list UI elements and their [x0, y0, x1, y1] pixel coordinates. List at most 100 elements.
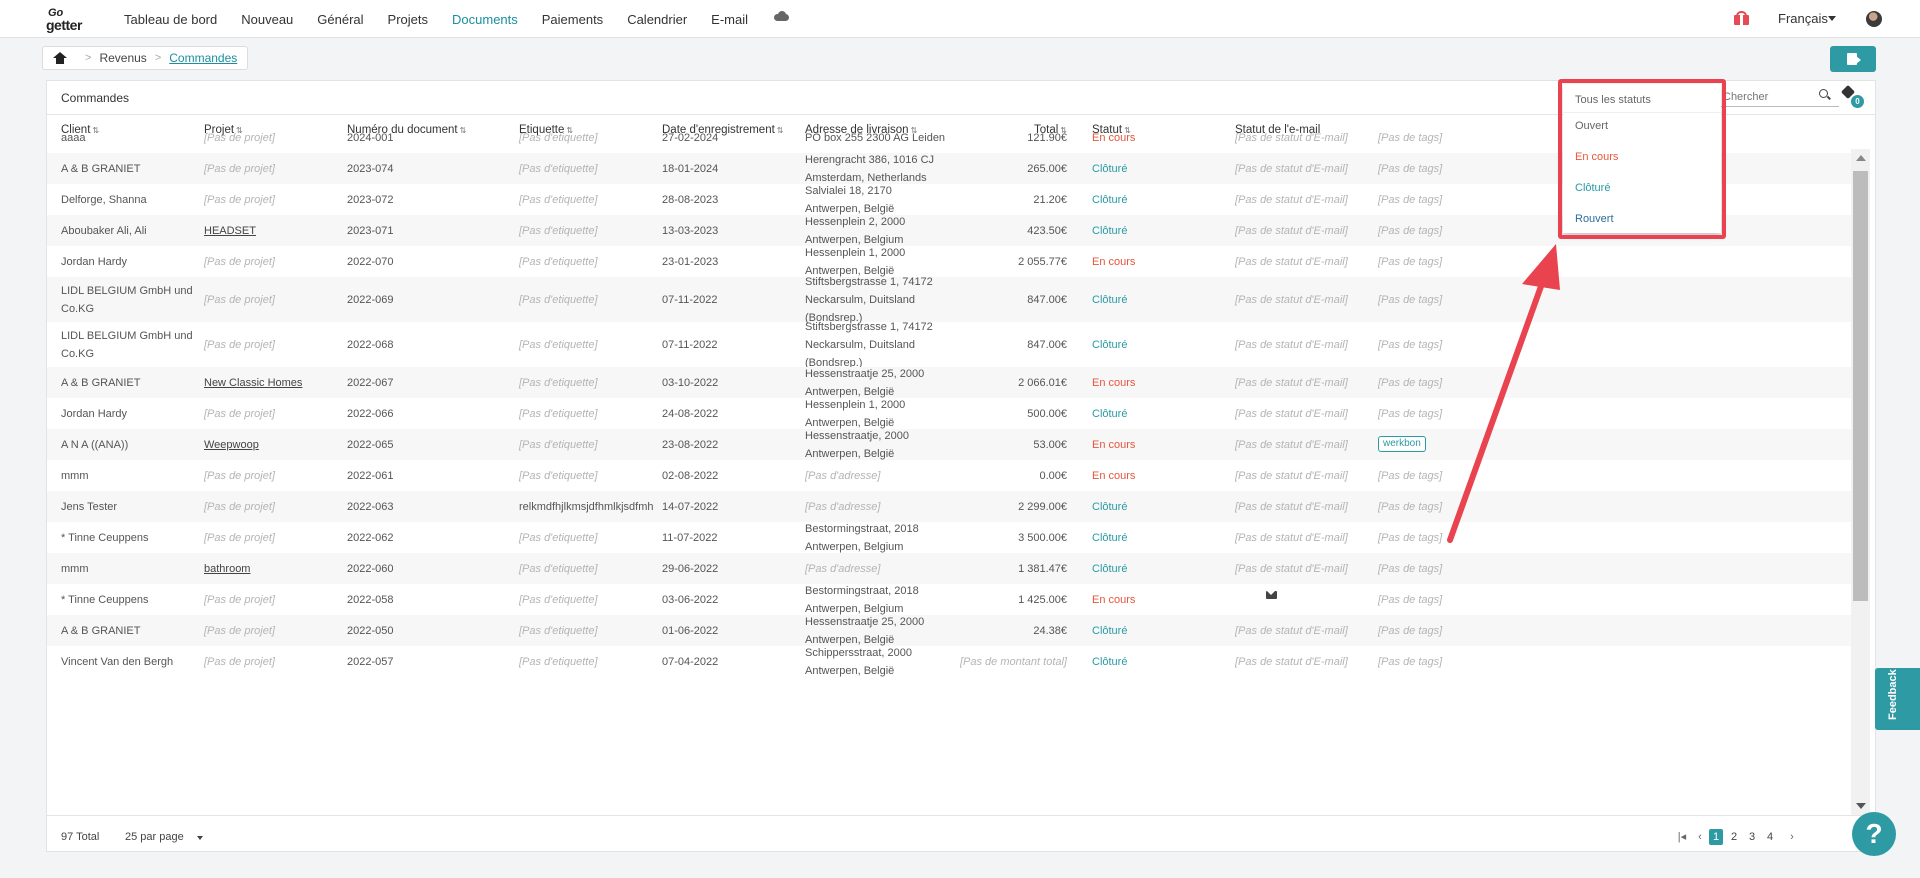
scrollbar-thumb[interactable]	[1853, 171, 1868, 601]
status-cell: En cours	[1092, 132, 1136, 144]
nav-item-documents[interactable]: Documents	[452, 12, 518, 27]
client-cell[interactable]: LIDL BELGIUM GmbH und Co.KG	[61, 282, 193, 318]
client-cell[interactable]: Vincent Van den Bergh	[61, 653, 173, 671]
search-icon[interactable]	[1819, 89, 1828, 98]
client-line: mmm	[61, 563, 89, 575]
email-status-cell: [Pas de statut d'E-mail]	[1235, 501, 1348, 513]
export-button[interactable]	[1830, 46, 1876, 72]
document-number-cell[interactable]: 2022-060	[347, 560, 394, 578]
table-row[interactable]: Jordan Hardy [Pas de projet] 2022-066 [Pas …	[47, 398, 1851, 429]
home-icon[interactable]	[53, 52, 67, 64]
page-3[interactable]: 3	[1745, 829, 1759, 845]
tags-cell: [Pas de tags]	[1378, 194, 1443, 206]
page-1[interactable]: 1	[1709, 829, 1723, 845]
document-number-cell[interactable]: 2022-058	[347, 591, 394, 609]
document-number-cell[interactable]: 2022-068	[347, 336, 394, 354]
client-cell[interactable]: A N A ((ANA))	[61, 436, 128, 454]
table-row[interactable]: LIDL BELGIUM GmbH und Co.KG [Pas de projet…	[47, 276, 1851, 324]
prev-page-icon[interactable]: ‹	[1693, 829, 1707, 845]
language-selector[interactable]: Français	[1778, 11, 1828, 26]
document-number-cell[interactable]: 2022-062	[347, 529, 394, 547]
help-button[interactable]: ?	[1852, 812, 1896, 856]
project-cell[interactable]: New Classic Homes	[204, 374, 302, 392]
document-number-cell[interactable]: 2023-072	[347, 191, 394, 209]
caret-down-icon[interactable]	[197, 836, 203, 840]
document-number-cell[interactable]: 2022-057	[347, 653, 394, 671]
vertical-scrollbar[interactable]	[1851, 149, 1870, 815]
document-number-cell[interactable]: 2022-070	[347, 253, 394, 271]
email-status-cell: [Pas de statut d'E-mail]	[1235, 132, 1348, 144]
document-number-cell[interactable]: 2022-069	[347, 291, 394, 309]
client-cell[interactable]: mmm	[61, 560, 89, 578]
scroll-up-icon[interactable]	[1856, 155, 1866, 161]
table-row[interactable]: A & B GRANIET [Pas de projet] 2022-050 [Pas…	[47, 615, 1851, 646]
client-cell[interactable]: Jens Tester	[61, 498, 117, 516]
client-cell[interactable]: A & B GRANIET	[61, 374, 140, 392]
table-row[interactable]: * Tinne Ceuppens [Pas de projet] 2022-062 […	[47, 522, 1851, 553]
document-number-cell[interactable]: 2024-001	[347, 129, 394, 147]
client-cell[interactable]: A & B GRANIET	[61, 160, 140, 178]
document-number-cell[interactable]: 2022-067	[347, 374, 394, 392]
next-page-icon[interactable]: ›	[1785, 829, 1799, 845]
tags-cell: [Pas de tags]	[1378, 563, 1443, 575]
gogetter-logo[interactable]: Go getter	[44, 6, 100, 33]
nav-item-projets[interactable]: Projets	[388, 12, 428, 27]
document-number-cell[interactable]: 2022-061	[347, 467, 394, 485]
table-row[interactable]: Jens Tester [Pas de projet] 2022-063 relkmd…	[47, 491, 1851, 522]
project-cell[interactable]: HEADSET	[204, 222, 256, 240]
project-cell[interactable]: Weepwoop	[204, 436, 259, 454]
nav-item-paiements[interactable]: Paiements	[542, 12, 603, 27]
breadcrumb-commandes[interactable]: Commandes	[169, 51, 237, 65]
user-avatar[interactable]	[1866, 11, 1882, 27]
client-cell[interactable]: Delforge, Shanna	[61, 191, 147, 209]
feedback-tab[interactable]: Feedback	[1875, 668, 1920, 730]
client-cell[interactable]: * Tinne Ceuppens	[61, 591, 148, 609]
client-cell[interactable]: Jordan Hardy	[61, 405, 127, 423]
client-cell[interactable]: mmm	[61, 467, 89, 485]
table-row[interactable]: mmm [Pas de projet] 2022-061 [Pas d'etiquet…	[47, 460, 1851, 491]
nav-menu: Tableau de bord Nouveau Général Projets Docu…	[124, 0, 790, 38]
document-number-cell[interactable]: 2022-065	[347, 436, 394, 454]
project-cell: [Pas de projet]	[204, 470, 275, 482]
client-cell[interactable]: * Tinne Ceuppens	[61, 529, 148, 547]
document-number-cell[interactable]: 2023-071	[347, 222, 394, 240]
document-number-cell[interactable]: 2022-066	[347, 405, 394, 423]
gift-icon[interactable]	[1734, 11, 1749, 25]
cloud-icon[interactable]	[774, 11, 790, 21]
address-line: Herengracht 386, 1016 CJ	[805, 154, 935, 166]
status-cell: Clôturé	[1092, 656, 1128, 668]
table-row[interactable]: Jordan Hardy [Pas de projet] 2022-070 [Pas …	[47, 246, 1851, 277]
breadcrumb-revenus[interactable]: Revenus	[99, 51, 146, 65]
project-cell[interactable]: bathroom	[204, 560, 250, 578]
client-cell[interactable]: aaaa	[61, 129, 85, 147]
nav-item-calendrier[interactable]: Calendrier	[627, 12, 687, 27]
total-cell: 3 500.00€	[1018, 532, 1067, 544]
first-page-icon[interactable]: |◂	[1675, 829, 1689, 845]
chevron-right-icon: >	[85, 52, 92, 64]
table-row[interactable]: Vincent Van den Bergh [Pas de projet] 2022…	[47, 646, 1851, 677]
client-cell[interactable]: Jordan Hardy	[61, 253, 127, 271]
client-cell[interactable]: Aboubaker Ali, Ali	[61, 222, 147, 240]
nav-item-g-n-ral[interactable]: Général	[317, 12, 363, 27]
document-number-cell[interactable]: 2022-050	[347, 622, 394, 640]
page-2[interactable]: 2	[1727, 829, 1741, 845]
tag-badge[interactable]: werkbon	[1378, 436, 1426, 452]
nav-item-tableau-de-bord[interactable]: Tableau de bord	[124, 12, 217, 27]
project-cell: [Pas de projet]	[204, 339, 275, 351]
per-page-select[interactable]: 25 par page	[125, 831, 184, 843]
table-row[interactable]: * Tinne Ceuppens [Pas de projet] 2022-058 […	[47, 584, 1851, 615]
client-cell[interactable]: A & B GRANIET	[61, 622, 140, 640]
table-row[interactable]: mmm bathroom 2022-060 [Pas d'etiquette] 29-0…	[47, 553, 1851, 584]
table-row[interactable]: A N A ((ANA)) Weepwoop 2022-065 [Pas d'etiq…	[47, 429, 1851, 460]
scroll-down-icon[interactable]	[1856, 803, 1866, 809]
nav-item-e-mail[interactable]: E-mail	[711, 12, 748, 27]
table-row[interactable]: A & B GRANIET New Classic Homes 2022-067 [P…	[47, 367, 1851, 398]
table-row[interactable]: LIDL BELGIUM GmbH und Co.KG [Pas de projet…	[47, 321, 1851, 369]
document-number-cell[interactable]: 2022-063	[347, 498, 394, 516]
nav-item-nouveau[interactable]: Nouveau	[241, 12, 293, 27]
client-cell[interactable]: LIDL BELGIUM GmbH und Co.KG	[61, 327, 193, 363]
page-4[interactable]: 4	[1763, 829, 1777, 845]
caret-down-icon[interactable]	[1828, 16, 1836, 21]
document-number-cell[interactable]: 2023-074	[347, 160, 394, 178]
panel-title: Commandes	[61, 91, 130, 105]
